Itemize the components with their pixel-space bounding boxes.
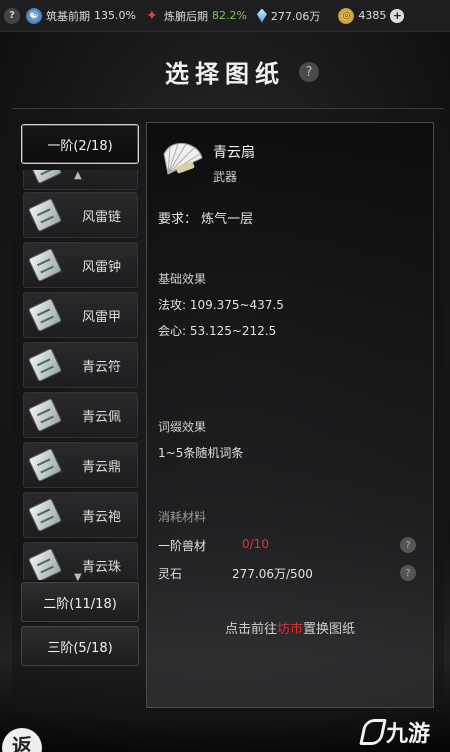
list-item-label: 青云珠 (82, 559, 122, 575)
gold-coin-icon: ◎ (338, 7, 355, 24)
list-item-label: 风雷链 (82, 209, 122, 225)
blueprint-list[interactable]: 风雷链 风雷钟 风雷甲 青云符 青云佩 青云鼎 青云袍 青云珠 (21, 170, 139, 580)
list-item-label: 青云符 (82, 359, 122, 375)
tier-tab-3[interactable]: 三阶(5/18) (21, 626, 139, 666)
blueprint-scroll-icon (27, 170, 63, 185)
requirement: 要求： 炼气一层 (158, 208, 253, 227)
stat-crit: 会心: 53.125~212.5 (158, 324, 277, 338)
blueprint-scroll-icon (27, 497, 63, 533)
material-name: 一阶兽材 (158, 539, 207, 553)
help-icon[interactable]: ? (4, 7, 20, 24)
realm2-name: 炼腑后期 (163, 9, 208, 23)
page-title: 选择图纸 (165, 59, 285, 88)
qi-realm-icon: ☯ (26, 7, 42, 24)
list-item-label: 青云袍 (82, 509, 122, 525)
list-item[interactable]: 青云鼎 (23, 442, 138, 488)
material-amount: 0/10 (242, 537, 269, 551)
hint-suffix: 置换图纸 (303, 622, 356, 637)
affix-title: 词缀效果 (158, 420, 207, 434)
title-help-icon[interactable]: ? (299, 62, 319, 82)
affix-value: 1~5条随机词条 (158, 446, 244, 460)
logo-mark-icon (359, 719, 387, 745)
spirit-stone-count: 277.06万 (270, 9, 321, 23)
blueprint-scroll-icon (27, 447, 63, 483)
blueprint-scroll-icon (27, 547, 63, 580)
list-item[interactable]: 青云佩 (23, 392, 138, 438)
list-item[interactable]: 风雷链 (23, 192, 138, 238)
blueprint-scroll-icon (27, 397, 63, 433)
realm2-progress: 82.2% (211, 9, 247, 22)
material-amount: 277.06万/500 (232, 567, 313, 581)
material-help-icon[interactable]: ? (400, 565, 416, 581)
status-bar: ? ☯ 筑基前期 135.0% ✦ 炼腑后期 82.2% 277.06万 ◎ 4… (0, 0, 450, 32)
item-type: 武器 (213, 170, 238, 184)
tier-tab-2[interactable]: 二阶(11/18) (21, 582, 139, 622)
realm1-name: 筑基前期 (46, 9, 90, 23)
market-hint: 点击前往坊市置换图纸 (146, 618, 434, 637)
watermark-logo: 九游 (359, 716, 431, 748)
stat-attack: 法攻: 109.375~437.5 (158, 298, 284, 312)
blueprint-scroll-icon (27, 247, 63, 283)
gold-count: 4385 (358, 9, 387, 22)
hint-prefix: 点击前往 (224, 622, 277, 637)
spirit-stone-icon (256, 8, 267, 23)
list-item-label: 风雷甲 (82, 309, 122, 325)
list-item[interactable]: 风雷钟 (23, 242, 138, 288)
tier-tab-1[interactable]: 一阶(2/18) (21, 124, 139, 164)
list-item[interactable]: 风雷甲 (23, 292, 138, 338)
requirement-value: 炼气一层 (201, 212, 254, 227)
blueprint-scroll-icon (27, 297, 63, 333)
blueprint-scroll-icon (27, 197, 63, 233)
materials-title: 消耗材料 (158, 510, 207, 524)
requirement-label: 要求： (158, 212, 198, 227)
market-link[interactable]: 坊市 (277, 622, 303, 637)
scroll-up-icon[interactable]: ▲ (74, 170, 82, 181)
fan-weapon-icon (163, 142, 203, 175)
logo-text: 九游 (386, 722, 431, 747)
list-item[interactable]: 青云符 (23, 342, 138, 388)
base-effect-title: 基础效果 (158, 272, 207, 286)
item-name: 青云扇 (213, 145, 255, 161)
list-item-label: 青云佩 (82, 409, 122, 425)
realm1-progress: 135.0% (94, 9, 136, 22)
list-item[interactable]: 青云袍 (23, 492, 138, 538)
material-name: 灵石 (158, 567, 183, 581)
body-realm-icon: ✦ (145, 7, 158, 24)
list-item-label: 风雷钟 (82, 259, 122, 275)
material-help-icon[interactable]: ? (400, 537, 416, 553)
blueprint-scroll-icon (27, 347, 63, 383)
list-item-label: 青云鼎 (82, 459, 122, 475)
add-currency-button[interactable]: + (390, 8, 405, 23)
